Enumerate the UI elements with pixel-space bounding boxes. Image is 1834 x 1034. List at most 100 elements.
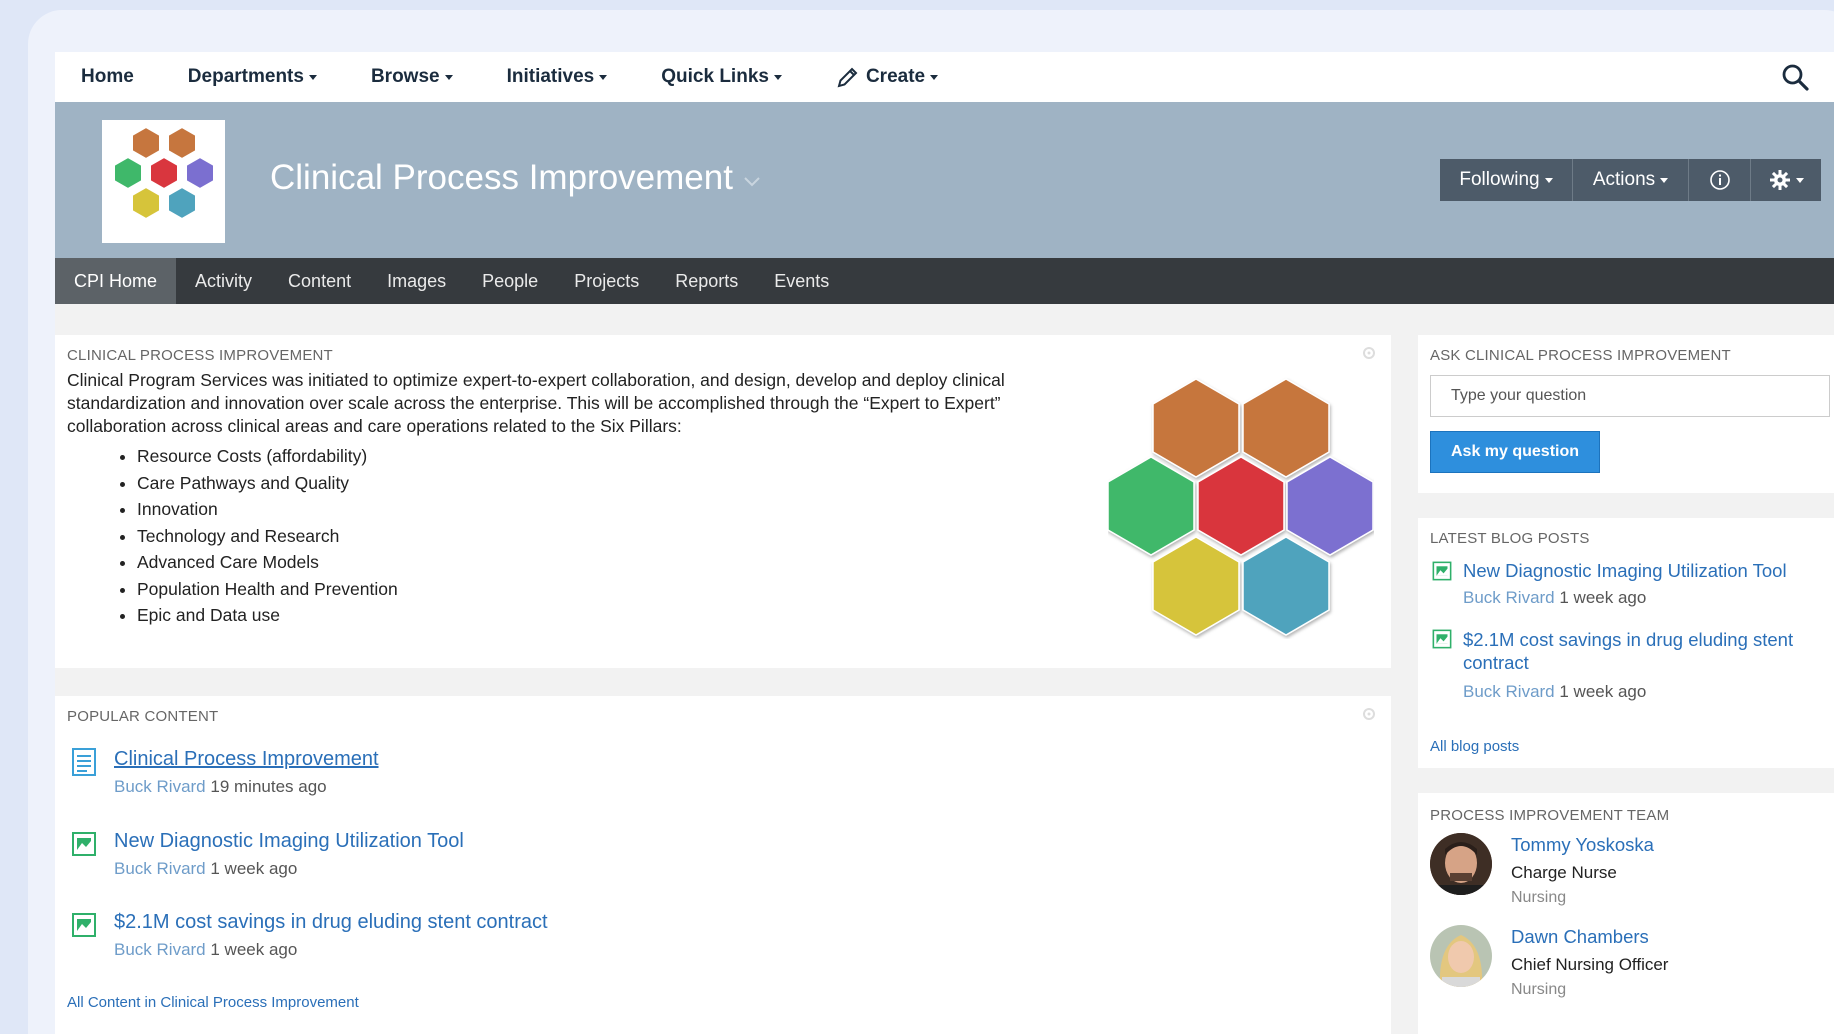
tab-content[interactable]: Content [269, 258, 368, 304]
author-link[interactable]: Buck Rivard [1463, 682, 1555, 701]
blog-title-line: contract [1463, 652, 1529, 673]
caret-down-icon [308, 74, 317, 80]
list-item: $2.1M cost savings in drug eluding stent… [72, 911, 548, 960]
nav-browse-label: Browse [370, 66, 440, 87]
timestamp: 19 minutes ago [210, 777, 327, 796]
tab-events[interactable]: Events [755, 258, 846, 304]
gear-icon[interactable] [1361, 345, 1377, 361]
team-panel: PROCESS IMPROVEMENT TEAM Tommy Yoskoska … [1418, 793, 1834, 1034]
place-title-text: Clinical Process Improvement [270, 158, 733, 197]
nav-initiatives-label: Initiatives [506, 66, 595, 87]
list-item: Resource Costs (affordability) [137, 443, 398, 470]
author-link[interactable]: Buck Rivard [114, 859, 206, 878]
list-item: Clinical Process Improvement Buck Rivard… [72, 748, 379, 797]
banner-actions: Following Actions [1440, 159, 1821, 201]
overview-heading: CLINICAL PROCESS IMPROVEMENT [67, 347, 333, 364]
blog-post-icon [1432, 561, 1452, 581]
app-window: Home Departments Browse Initiatives Quic… [55, 52, 1834, 1034]
blog-post-icon [72, 832, 96, 856]
member-role: Chief Nursing Officer [1511, 955, 1669, 974]
list-item: Population Health and Prevention [137, 576, 398, 603]
list-item: Innovation [137, 496, 398, 523]
ask-panel: ASK CLINICAL PROCESS IMPROVEMENT Ask my … [1418, 335, 1834, 493]
member-role: Charge Nurse [1511, 863, 1617, 882]
pencil-icon [836, 65, 860, 89]
nav-quick-links-label: Quick Links [661, 66, 769, 87]
gear-icon[interactable] [1361, 706, 1377, 722]
author-link[interactable]: Buck Rivard [114, 940, 206, 959]
content-title-link[interactable]: New Diagnostic Imaging Utilization Tool [114, 830, 464, 853]
nav-initiatives[interactable]: Initiatives [507, 66, 608, 88]
nav-home-label: Home [81, 66, 134, 87]
list-item: Care Pathways and Quality [137, 470, 398, 497]
caret-down-icon [773, 74, 782, 80]
gear-icon [1769, 170, 1790, 190]
caret-down-icon [930, 74, 939, 80]
blog-post-icon [72, 913, 96, 937]
latest-blog-panel: LATEST BLOG POSTS New Diagnostic Imaging… [1418, 518, 1834, 768]
caret-down-icon [1795, 177, 1804, 183]
popular-heading: POPULAR CONTENT [67, 708, 219, 725]
author-link[interactable]: Buck Rivard [1463, 588, 1555, 607]
blog-title-line: $2.1M cost savings in drug eluding stent [1463, 629, 1794, 650]
nav-home[interactable]: Home [81, 66, 134, 88]
team-member: Tommy Yoskoska Charge Nurse Nursing [1511, 834, 1654, 907]
blog-heading: LATEST BLOG POSTS [1430, 530, 1590, 547]
chevron-down-icon[interactable] [743, 176, 761, 188]
search-icon[interactable] [1780, 62, 1810, 92]
timestamp: 1 week ago [1559, 588, 1647, 607]
member-dept: Nursing [1511, 889, 1567, 906]
team-member: Dawn Chambers Chief Nursing Officer Nurs… [1511, 926, 1668, 999]
place-banner: Clinical Process Improvement Following A… [55, 102, 1834, 258]
actions-button[interactable]: Actions [1573, 159, 1689, 201]
top-nav: Home Departments Browse Initiatives Quic… [55, 52, 1834, 102]
info-icon [1709, 170, 1730, 190]
nav-departments[interactable]: Departments [188, 66, 317, 88]
all-content-link[interactable]: All Content in Clinical Process Improvem… [67, 994, 359, 1011]
nav-quick-links[interactable]: Quick Links [661, 66, 782, 88]
place-logo [102, 120, 225, 243]
six-pillars-graphic [1108, 378, 1374, 636]
caret-down-icon [444, 74, 453, 80]
nav-create-label: Create [865, 66, 926, 87]
place-tabs: CPI Home Activity Content Images People … [55, 258, 1834, 304]
tab-images[interactable]: Images [368, 258, 463, 304]
tab-reports[interactable]: Reports [656, 258, 755, 304]
blog-post-item: $2.1M cost savings in drug eluding stent… [1432, 628, 1793, 702]
overview-panel: CLINICAL PROCESS IMPROVEMENT Clinical Pr… [55, 335, 1391, 668]
list-item: Technology and Research [137, 523, 398, 550]
tab-projects[interactable]: Projects [555, 258, 656, 304]
tab-cpi-home[interactable]: CPI Home [55, 258, 177, 304]
settings-button[interactable] [1751, 159, 1821, 201]
timestamp: 1 week ago [1559, 682, 1647, 701]
nav-create[interactable]: Create [836, 65, 939, 89]
avatar[interactable] [1430, 833, 1492, 895]
blog-title-link[interactable]: $2.1M cost savings in drug eluding stent… [1463, 628, 1793, 674]
following-button[interactable]: Following [1440, 159, 1573, 201]
member-name-link[interactable]: Dawn Chambers [1511, 926, 1668, 948]
timestamp: 1 week ago [210, 859, 298, 878]
blog-post-icon [1432, 629, 1452, 649]
popular-content-panel: POPULAR CONTENT Clinical Process Improve… [55, 696, 1391, 1034]
timestamp: 1 week ago [210, 940, 298, 959]
member-name-link[interactable]: Tommy Yoskoska [1511, 834, 1654, 856]
blog-post-item: New Diagnostic Imaging Utilization Tool … [1432, 560, 1787, 608]
following-label: Following [1459, 169, 1540, 190]
tab-people[interactable]: People [463, 258, 555, 304]
question-input[interactable] [1430, 375, 1830, 417]
nav-browse[interactable]: Browse [371, 66, 453, 88]
content-title-link[interactable]: $2.1M cost savings in drug eluding stent… [114, 911, 548, 934]
avatar[interactable] [1430, 925, 1492, 987]
author-link[interactable]: Buck Rivard [114, 777, 206, 796]
list-item: New Diagnostic Imaging Utilization Tool … [72, 830, 464, 879]
content-title-link[interactable]: Clinical Process Improvement [114, 748, 379, 771]
info-button[interactable] [1689, 159, 1751, 201]
all-blog-posts-link[interactable]: All blog posts [1430, 738, 1519, 755]
caret-down-icon [1660, 177, 1669, 183]
ask-question-button[interactable]: Ask my question [1430, 431, 1600, 473]
tab-activity[interactable]: Activity [176, 258, 269, 304]
blog-title-link[interactable]: New Diagnostic Imaging Utilization Tool [1463, 560, 1787, 582]
member-dept: Nursing [1511, 981, 1567, 998]
list-item: Advanced Care Models [137, 549, 398, 576]
pillars-list: Resource Costs (affordability) Care Path… [137, 443, 398, 629]
